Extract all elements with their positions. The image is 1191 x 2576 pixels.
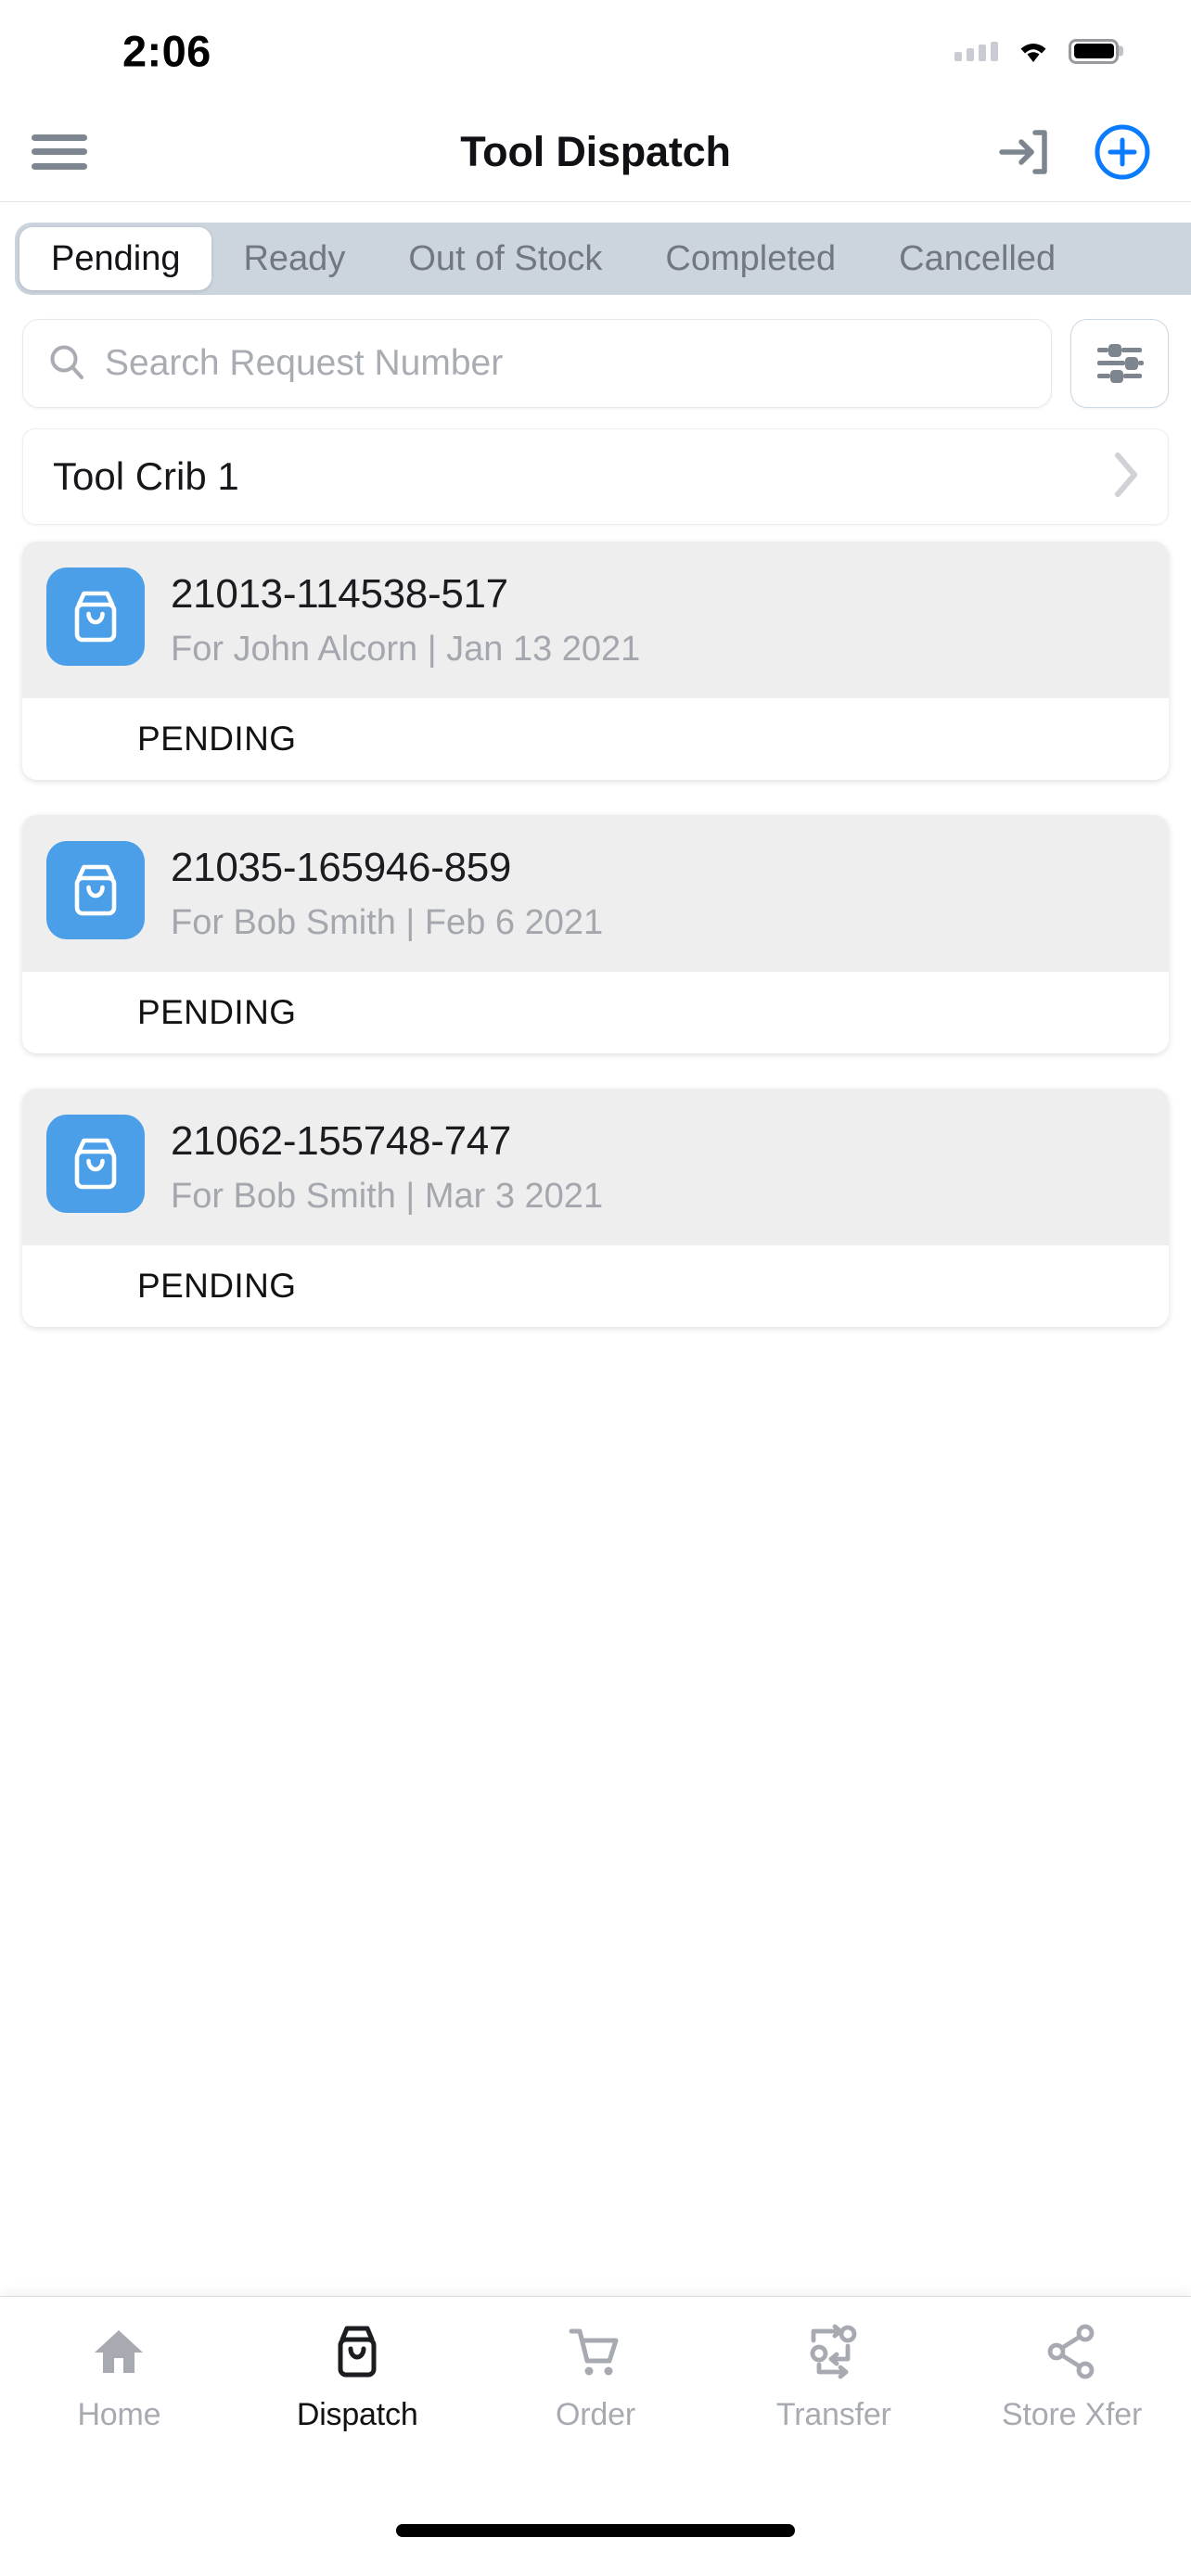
app-header: Tool Dispatch — [0, 102, 1191, 202]
search-field-container[interactable] — [22, 319, 1052, 408]
request-card-footer: PENDING — [22, 971, 1169, 1053]
status-badge: PENDING — [137, 992, 297, 1031]
request-card[interactable]: 21035-165946-859 For Bob Smith | Feb 6 2… — [22, 814, 1169, 1053]
sliders-filter-icon[interactable] — [1070, 319, 1169, 408]
search-row — [0, 295, 1191, 408]
request-card[interactable]: 21062-155748-747 For Bob Smith | Mar 3 2… — [22, 1088, 1169, 1327]
shopping-bag-icon — [46, 567, 145, 666]
shopping-bag-icon — [46, 840, 145, 939]
bottom-tab-order[interactable]: Order — [477, 2319, 715, 2433]
status-badge: PENDING — [137, 719, 297, 758]
shopping-cart-icon — [567, 2319, 624, 2384]
tab-out-of-stock[interactable]: Out of Stock — [377, 227, 634, 290]
request-number: 21035-165946-859 — [171, 844, 512, 890]
request-card-body: 21035-165946-859 For Bob Smith | Feb 6 2… — [22, 814, 1169, 972]
transfer-arrows-icon — [805, 2319, 863, 2384]
header-actions — [994, 122, 1152, 182]
bottom-tab-transfer[interactable]: Transfer — [714, 2319, 953, 2433]
request-detail: For Bob Smith | Mar 3 2021 — [171, 1177, 604, 1217]
status-bar-time: 2:06 — [122, 26, 211, 76]
status-bar: 2:06 — [0, 0, 1191, 102]
request-detail: For Bob Smith | Feb 6 2021 — [171, 903, 604, 943]
search-icon — [47, 342, 86, 386]
status-filter-tabs: Pending Ready Out of Stock Completed Can… — [0, 202, 1191, 295]
signal-dots-icon — [954, 41, 998, 61]
app-screen: 2:06 Tool Dispatch Pending Ready Out of … — [0, 0, 1191, 2576]
bottom-tab-store-xfer[interactable]: Store Xfer — [953, 2319, 1191, 2433]
status-badge: PENDING — [137, 1266, 297, 1305]
tab-pending[interactable]: Pending — [19, 227, 212, 290]
sign-in-arrow-icon[interactable] — [994, 122, 1054, 182]
home-indicator-area — [0, 2485, 1191, 2576]
shopping-bag-icon — [46, 1114, 145, 1213]
search-input[interactable] — [105, 343, 1027, 384]
request-card-footer: PENDING — [22, 1244, 1169, 1327]
segmented-control: Pending Ready Out of Stock Completed Can… — [15, 223, 1191, 295]
request-detail: For John Alcorn | Jan 13 2021 — [171, 630, 641, 670]
request-list: 21013-114538-517 For John Alcorn | Jan 1… — [0, 525, 1191, 2296]
tab-ready[interactable]: Ready — [211, 227, 377, 290]
home-icon — [91, 2319, 147, 2384]
request-card-text: 21013-114538-517 For John Alcorn | Jan 1… — [171, 567, 1145, 670]
plus-circle-icon[interactable] — [1093, 122, 1152, 182]
request-number: 21013-114538-517 — [171, 571, 508, 617]
bottom-tab-label: Order — [556, 2397, 635, 2432]
tab-cancelled[interactable]: Cancelled — [867, 227, 1087, 290]
share-nodes-icon — [1044, 2319, 1100, 2384]
request-card-body: 21062-155748-747 For Bob Smith | Mar 3 2… — [22, 1088, 1169, 1245]
bottom-tab-label: Home — [77, 2397, 161, 2432]
bottom-tab-bar: Home Dispatch Order Transfer Store Xfer — [0, 2296, 1191, 2485]
chevron-right-icon — [1110, 449, 1142, 505]
request-number: 21062-155748-747 — [171, 1117, 512, 1164]
bottom-tab-label: Transfer — [775, 2397, 891, 2432]
wifi-icon — [1015, 37, 1052, 65]
status-bar-indicators — [954, 37, 1119, 65]
bottom-tab-home[interactable]: Home — [0, 2319, 238, 2433]
request-card-footer: PENDING — [22, 697, 1169, 780]
bottom-tab-dispatch[interactable]: Dispatch — [238, 2319, 477, 2433]
shopping-bag-icon — [329, 2319, 385, 2384]
bottom-tab-label: Store Xfer — [1002, 2397, 1143, 2432]
bottom-tab-label: Dispatch — [296, 2397, 418, 2432]
request-card-body: 21013-114538-517 For John Alcorn | Jan 1… — [22, 542, 1169, 698]
request-card-text: 21035-165946-859 For Bob Smith | Feb 6 2… — [171, 841, 1145, 944]
location-label: Tool Crib 1 — [53, 454, 239, 498]
home-indicator[interactable] — [396, 2524, 795, 2537]
location-selector[interactable]: Tool Crib 1 — [22, 428, 1169, 525]
tab-completed[interactable]: Completed — [634, 227, 867, 290]
battery-full-icon — [1069, 38, 1119, 64]
request-card[interactable]: 21013-114538-517 For John Alcorn | Jan 1… — [22, 542, 1169, 780]
request-card-text: 21062-155748-747 For Bob Smith | Mar 3 2… — [171, 1115, 1145, 1218]
